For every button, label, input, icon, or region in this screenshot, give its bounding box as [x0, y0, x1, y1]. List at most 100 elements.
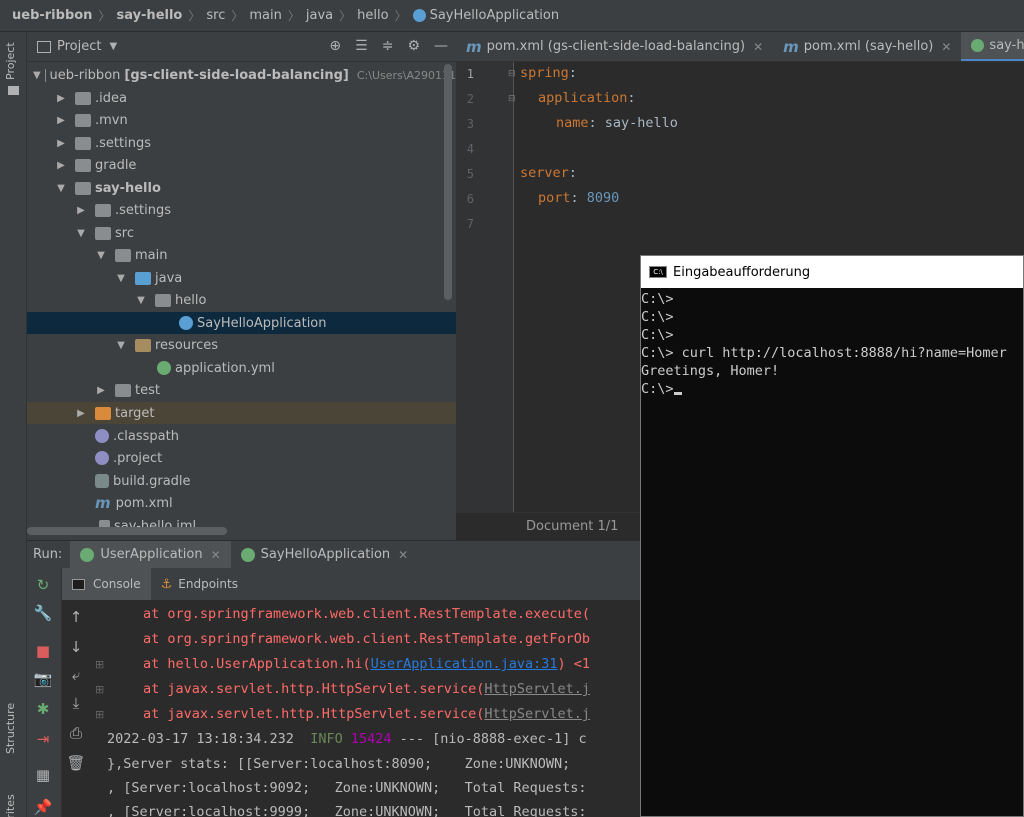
chevron-down-icon[interactable]: ▼ — [33, 70, 41, 81]
collapse-all-icon[interactable]: ≑ — [382, 38, 394, 54]
chevron-down-icon[interactable]: ▼ — [109, 41, 117, 52]
tree-item[interactable]: ▼ main — [27, 244, 456, 266]
tree-item[interactable]: m pom.xml — [27, 492, 456, 514]
chevron-down-icon[interactable]: ▼ — [115, 273, 127, 284]
breadcrumb-item[interactable]: hello — [357, 8, 388, 23]
document-position[interactable]: Document 1/1 — [526, 519, 618, 534]
tree-item[interactable]: ▼ src — [27, 222, 456, 244]
cmd-prompt-line[interactable]: C:\> — [641, 381, 682, 397]
chevron-right-icon[interactable]: ▶ — [75, 408, 87, 419]
print-icon[interactable]: ⎙ — [66, 724, 86, 742]
tree-item[interactable]: ▶ test — [27, 379, 456, 401]
camera-icon[interactable]: 📷 — [33, 670, 53, 688]
stack-frame-suffix: ) <1 — [557, 656, 591, 672]
tree-item[interactable]: ▶ .idea — [27, 87, 456, 109]
chevron-right-icon[interactable]: ▶ — [55, 115, 67, 126]
spring-config-icon — [971, 38, 985, 52]
close-icon[interactable]: ✕ — [211, 548, 221, 562]
chevron-down-icon[interactable]: ▼ — [115, 340, 127, 351]
close-icon[interactable]: ✕ — [398, 548, 408, 562]
resources-folder-icon — [135, 338, 151, 352]
tree-item[interactable]: ▶ .settings — [27, 199, 456, 221]
cmd-title-bar[interactable]: C:\ Eingabeaufforderung — [641, 256, 1023, 288]
tree-item[interactable]: .project — [27, 447, 456, 469]
scroll-to-end-icon[interactable]: ⤓ — [66, 694, 86, 712]
tree-item[interactable]: ▼ say-hello — [27, 177, 456, 199]
chevron-right-icon[interactable]: ▶ — [75, 205, 87, 216]
expand-icon[interactable]: ⊞ — [95, 658, 104, 671]
tree-item[interactable]: ▶ .settings — [27, 132, 456, 154]
trash-icon[interactable]: 🗑 — [66, 754, 86, 772]
breadcrumb-item[interactable]: java — [306, 8, 333, 23]
breadcrumb-item[interactable]: ueb-ribbon — [12, 8, 92, 23]
tool-tab-project[interactable]: Project — [4, 42, 17, 80]
exit-icon[interactable]: ⇥ — [33, 730, 53, 748]
fold-icon[interactable]: ⊟ — [508, 69, 516, 79]
tree-item[interactable]: application.yml — [27, 357, 456, 379]
source-link[interactable]: HttpServlet.j — [484, 706, 590, 722]
tree-item-selected[interactable]: SayHelloApplication — [27, 312, 456, 334]
tree-item-excluded[interactable]: ▶ target — [27, 402, 456, 424]
gear-icon[interactable]: ⚙ — [407, 38, 420, 54]
tool-tab-favorites[interactable]: Favorites — [4, 794, 17, 817]
tab-pom-root[interactable]: m pom.xml (gs-client-side-load-balancing… — [456, 32, 773, 61]
layout-icon[interactable]: ▦ — [33, 766, 53, 784]
wrench-icon[interactable]: 🔧 — [33, 604, 53, 622]
spring-boot-icon — [240, 547, 255, 562]
tree-item[interactable]: build.gradle — [27, 470, 456, 492]
arrow-down-icon[interactable]: ↓ — [66, 638, 86, 656]
tab-application-yml[interactable]: say-hello\ — [961, 32, 1024, 61]
source-link[interactable]: HttpServlet.j — [484, 681, 590, 697]
pin-icon[interactable]: 📌 — [33, 798, 53, 816]
tab-pom-say-hello[interactable]: m pom.xml (say-hello) ✕ — [773, 32, 961, 61]
console-output[interactable]: at org.springframework.web.client.RestTe… — [92, 600, 640, 817]
project-panel-tools: ⊕ ☰ ≑ ⚙ — — [329, 38, 448, 54]
tree-item-label: .settings — [115, 202, 171, 218]
expand-all-icon[interactable]: ☰ — [355, 38, 368, 54]
expand-icon[interactable]: ⊞ — [95, 708, 104, 721]
tree-item[interactable]: ▶ .mvn — [27, 109, 456, 131]
subtab-console[interactable]: Console — [62, 568, 151, 600]
breadcrumb-item[interactable]: main — [249, 8, 281, 23]
subtab-endpoints[interactable]: ⚓ Endpoints — [151, 568, 248, 600]
close-icon[interactable]: ✕ — [941, 40, 951, 54]
tree-item[interactable]: ▼ hello — [27, 289, 456, 311]
project-panel-title[interactable]: Project — [57, 39, 101, 54]
chevron-right-icon[interactable]: ▶ — [55, 138, 67, 149]
tree-item[interactable]: ▼ java — [27, 267, 456, 289]
breadcrumb-item[interactable]: SayHelloApplication — [430, 8, 560, 23]
horizontal-scrollbar[interactable] — [27, 527, 227, 535]
tree-item[interactable]: ▶ gradle — [27, 154, 456, 176]
vertical-scrollbar[interactable] — [444, 64, 452, 300]
cmd-window[interactable]: C:\ Eingabeaufforderung C:\> C:\> C:\> C… — [640, 255, 1024, 817]
stack-frame: at org.springframework.web.client.RestTe… — [143, 631, 591, 647]
stop-icon[interactable]: ■ — [33, 642, 53, 660]
breadcrumb-item[interactable]: src — [206, 8, 225, 23]
chevron-down-icon[interactable]: ▼ — [95, 250, 107, 261]
chevron-down-icon[interactable]: ▼ — [55, 183, 67, 194]
soft-wrap-icon[interactable]: ⤶ — [66, 666, 86, 684]
fold-icon[interactable]: ⊟ — [508, 94, 516, 104]
minimize-icon[interactable]: — — [434, 38, 448, 54]
expand-icon[interactable]: ⊞ — [95, 683, 104, 696]
chevron-down-icon[interactable]: ▼ — [135, 295, 147, 306]
close-icon[interactable]: ✕ — [753, 40, 763, 54]
rerun-icon[interactable]: ↻ — [33, 576, 53, 594]
arrow-up-icon[interactable]: ↑ — [66, 608, 86, 626]
chevron-down-icon[interactable]: ▼ — [75, 228, 87, 239]
chevron-right-icon[interactable]: ▶ — [95, 385, 107, 396]
locate-icon[interactable]: ⊕ — [329, 38, 341, 54]
breadcrumb-item[interactable]: say-hello — [116, 8, 182, 23]
run-tab-user-application[interactable]: UserApplication ✕ — [70, 540, 231, 569]
tree-item[interactable]: .classpath — [27, 425, 456, 447]
run-tab-say-hello-application[interactable]: SayHelloApplication ✕ — [231, 541, 419, 569]
source-link[interactable]: UserApplication.java:31 — [371, 656, 558, 672]
tree-item[interactable]: ▼ resources — [27, 334, 456, 356]
yaml-punct: : — [568, 165, 577, 181]
debug-icon[interactable]: ✱ — [33, 700, 53, 718]
chevron-right-icon[interactable]: ▶ — [55, 160, 67, 171]
cmd-line: C:\> curl http://localhost:8888/hi?name=… — [641, 345, 1007, 361]
tree-item-root[interactable]: ▼ ueb-ribbon [gs-client-side-load-balanc… — [27, 64, 456, 86]
tool-tab-structure[interactable]: Structure — [4, 703, 17, 754]
chevron-right-icon[interactable]: ▶ — [55, 93, 67, 104]
